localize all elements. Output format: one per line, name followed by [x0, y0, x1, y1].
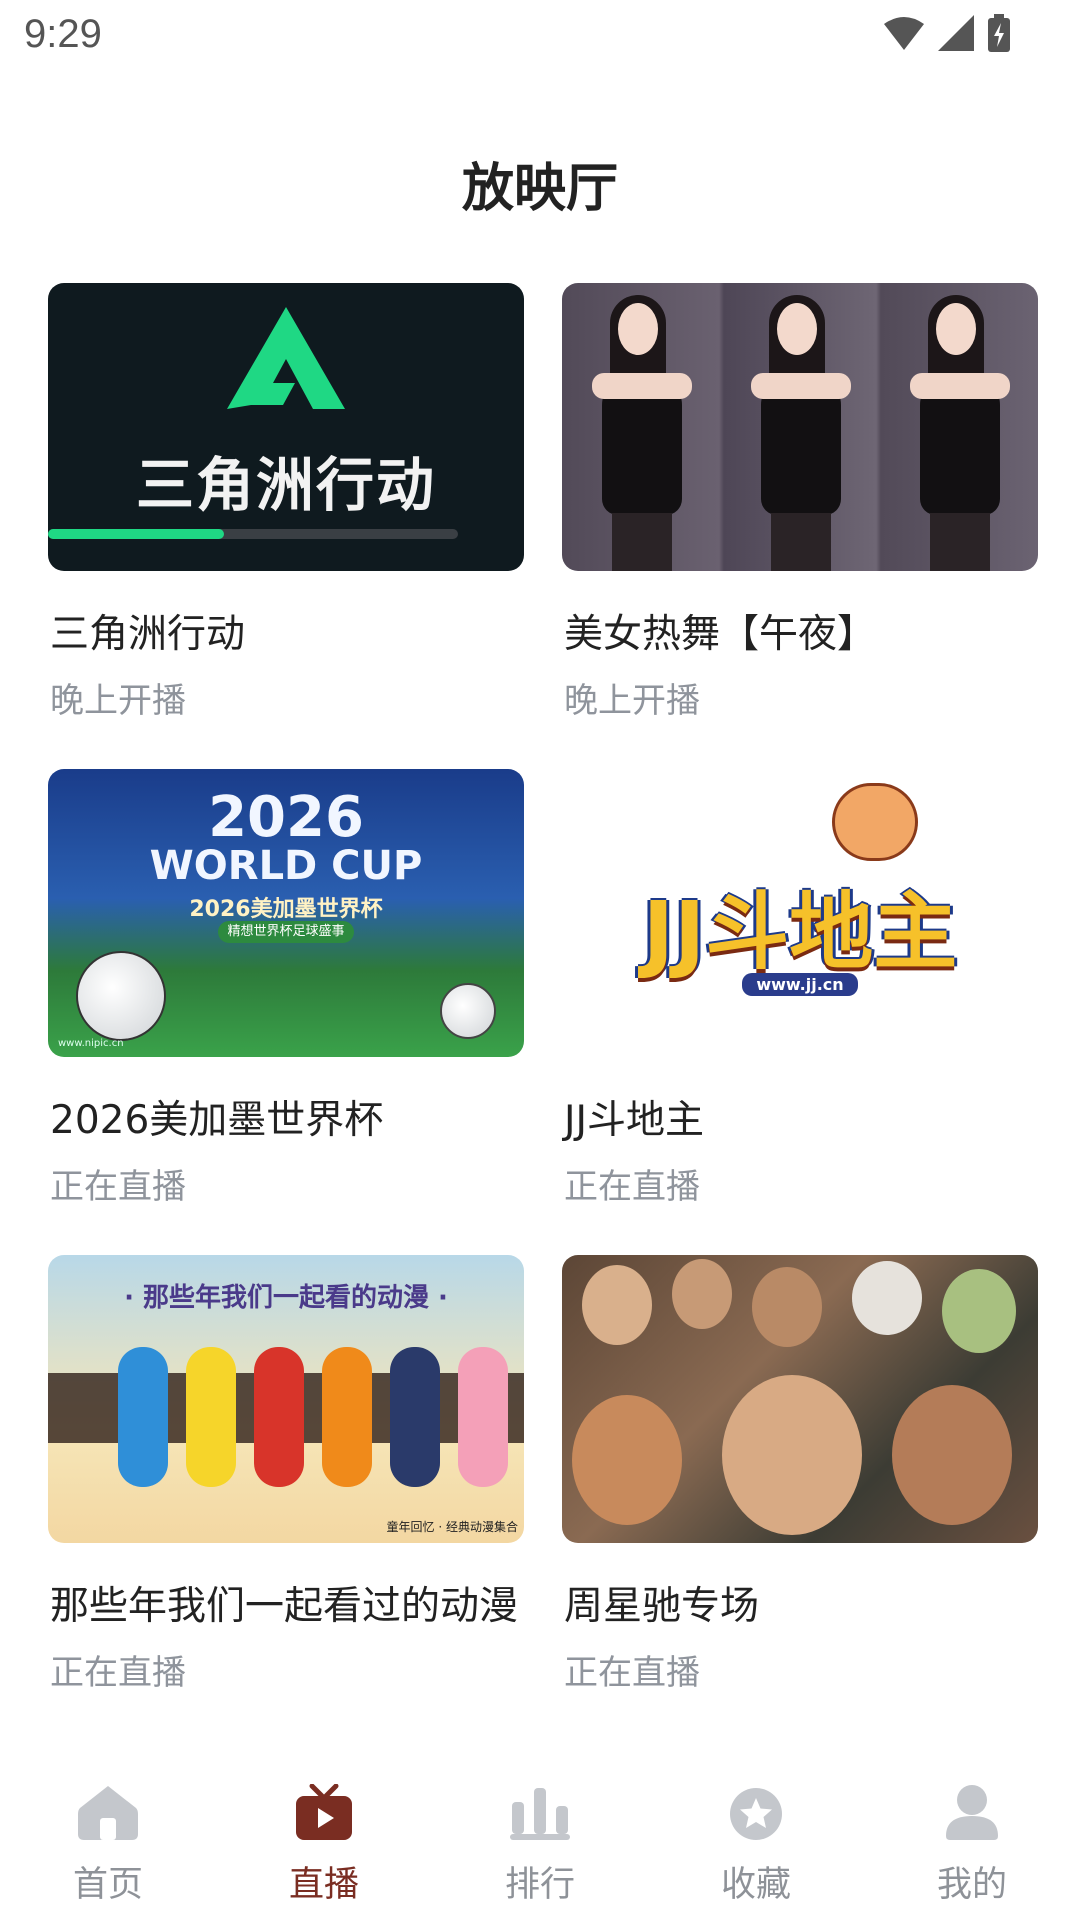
- thumbnail-footnote: 童年回忆 · 经典动漫集合: [386, 1520, 518, 1534]
- status-icons: [884, 14, 1010, 52]
- home-icon: [78, 1786, 138, 1840]
- tab-label: 直播: [288, 1865, 359, 1905]
- channel-title: 美女热舞【午夜】: [564, 612, 877, 657]
- progress-fill: [48, 529, 224, 539]
- channel-title: 周星驰专场: [564, 1584, 760, 1629]
- channel-card[interactable]: · 那些年我们一起看的动漫 · 童年回忆 · 经典动漫集合 那些年我们一起看过的…: [48, 1255, 524, 1741]
- dancer-figure: [880, 283, 1038, 571]
- channel-card[interactable]: 三角洲行动 三角洲行动 晚上开播: [48, 283, 524, 769]
- channel-thumbnail: 三角洲行动: [48, 283, 524, 571]
- tab-label: 收藏: [720, 1865, 791, 1905]
- channel-status: 正在直播: [564, 1167, 700, 1207]
- channel-grid: 三角洲行动 三角洲行动 晚上开播 美女热舞【午夜】 晚上开播 2026 WORL…: [48, 283, 1038, 1741]
- soccer-ball-icon: [440, 983, 496, 1039]
- page-title: 放映厅: [461, 159, 618, 219]
- status-time: 9:29: [24, 12, 102, 56]
- thumbnail-subtitle: 2026美加墨世界杯: [189, 897, 383, 922]
- battery-icon: [988, 14, 1010, 52]
- dancer-figure: [562, 283, 720, 571]
- thumbnail-url: www.jj.cn: [562, 973, 1038, 996]
- mascot-icon: [832, 783, 918, 861]
- tab-favorites[interactable]: 收藏: [648, 1760, 864, 1920]
- thumbnail-brand-text: 三角洲行动: [135, 451, 436, 519]
- channel-card[interactable]: 周星驰专场 正在直播: [562, 1255, 1038, 1741]
- channel-status: 正在直播: [50, 1167, 186, 1207]
- channel-card[interactable]: 2026 WORLD CUP 2026美加墨世界杯 精想世界杯足球盛事 www.…: [48, 769, 524, 1255]
- tab-profile[interactable]: 我的: [864, 1760, 1080, 1920]
- channel-thumbnail: [562, 283, 1038, 571]
- thumbnail-watermark: www.nipic.cn: [58, 1038, 124, 1049]
- tab-ranking[interactable]: 排行: [432, 1760, 648, 1920]
- thumbnail-worldcup: WORLD CUP: [149, 843, 423, 889]
- bar-chart-icon: [510, 1788, 570, 1840]
- delta-logo-icon: [227, 307, 345, 409]
- thumbnail-pill: 精想世界杯足球盛事: [218, 921, 354, 943]
- channel-title: JJ斗地主: [564, 1098, 705, 1143]
- bottom-tab-bar: 首页 直播 排行 收藏 我的: [0, 1760, 1080, 1920]
- channel-thumbnail: 2026 WORLD CUP 2026美加墨世界杯 精想世界杯足球盛事 www.…: [48, 769, 524, 1057]
- dancer-figure: [721, 283, 879, 571]
- channel-title: 2026美加墨世界杯: [50, 1098, 384, 1143]
- person-icon: [946, 1785, 998, 1840]
- star-icon: [730, 1788, 782, 1840]
- tab-label: 首页: [72, 1865, 143, 1905]
- signal-icon: [938, 15, 974, 51]
- status-bar: 9:29: [0, 0, 1080, 72]
- tab-label: 排行: [504, 1865, 575, 1905]
- channel-title: 三角洲行动: [50, 612, 246, 657]
- tab-home[interactable]: 首页: [0, 1760, 216, 1920]
- channel-thumbnail: · 那些年我们一起看的动漫 · 童年回忆 · 经典动漫集合: [48, 1255, 524, 1543]
- tab-live[interactable]: 直播: [216, 1760, 432, 1920]
- tv-play-icon: [296, 1784, 352, 1840]
- thumbnail-year: 2026: [208, 785, 364, 850]
- channel-status: 晚上开播: [50, 681, 186, 721]
- anime-characters: [118, 1347, 508, 1487]
- channel-thumbnail: JJ斗地主 www.jj.cn: [562, 769, 1038, 1057]
- wifi-icon: [884, 17, 924, 50]
- channel-status: 正在直播: [564, 1653, 700, 1693]
- thumbnail-logo-text: JJ斗地主: [642, 883, 958, 981]
- channel-status: 晚上开播: [564, 681, 700, 721]
- channel-thumbnail: [562, 1255, 1038, 1543]
- channel-card[interactable]: 美女热舞【午夜】 晚上开播: [562, 283, 1038, 769]
- channel-status: 正在直播: [50, 1653, 186, 1693]
- thumbnail-title: · 那些年我们一起看的动漫 ·: [124, 1283, 448, 1313]
- channel-card[interactable]: JJ斗地主 www.jj.cn JJ斗地主 正在直播: [562, 769, 1038, 1255]
- tab-label: 我的: [936, 1865, 1007, 1905]
- soccer-ball-icon: [76, 951, 166, 1041]
- channel-title: 那些年我们一起看过的动漫: [50, 1584, 519, 1629]
